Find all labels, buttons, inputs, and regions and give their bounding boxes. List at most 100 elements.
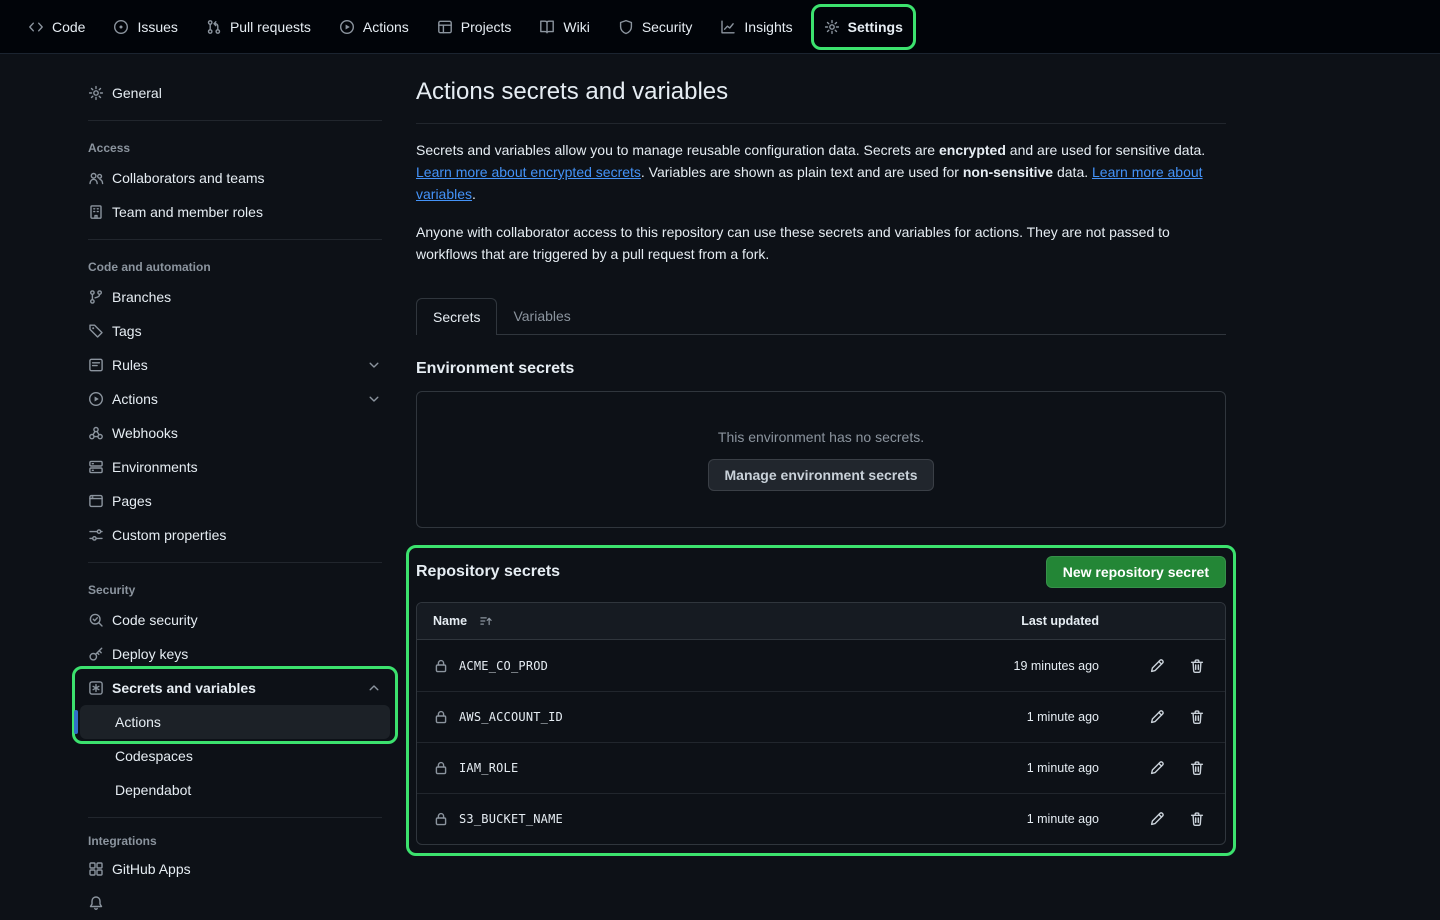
edit-secret-button[interactable] xyxy=(1149,760,1165,776)
sidebar-subitem-codespaces[interactable]: Codespaces xyxy=(80,739,390,773)
delete-secret-button[interactable] xyxy=(1189,709,1205,725)
delete-secret-button[interactable] xyxy=(1189,760,1205,776)
lock-icon xyxy=(433,709,449,725)
rules-icon xyxy=(88,357,104,373)
sidebar-item-deploy-keys[interactable]: Deploy keys xyxy=(80,637,390,671)
sidebar-item-general[interactable]: General xyxy=(80,76,390,110)
environment-secrets-heading: Environment secrets xyxy=(416,359,1226,379)
repo-tab-bar: Code Issues Pull requests Actions Projec… xyxy=(0,0,1440,54)
annotation-repository-secrets-highlight: Repository secrets New repository secret… xyxy=(406,545,1236,856)
tab-label: Settings xyxy=(848,19,903,35)
sidebar-item-custom-properties[interactable]: Custom properties xyxy=(80,518,390,552)
tab-label: Insights xyxy=(744,19,792,35)
sidebar-item-collaborators[interactable]: Collaborators and teams xyxy=(80,161,390,195)
sort-ascending-icon xyxy=(479,614,493,628)
trash-icon xyxy=(1189,811,1205,827)
gear-icon xyxy=(88,85,104,101)
tab-wiki[interactable]: Wiki xyxy=(525,0,603,54)
sidebar-item-pages[interactable]: Pages xyxy=(80,484,390,518)
tab-label: Actions xyxy=(363,19,409,35)
tab-secrets[interactable]: Secrets xyxy=(416,298,497,335)
tab-security[interactable]: Security xyxy=(604,0,707,54)
sidebar-divider xyxy=(88,239,382,240)
sidebar-item-tags[interactable]: Tags xyxy=(80,314,390,348)
secret-name: S3_BUCKET_NAME xyxy=(459,812,563,826)
chevron-up-icon xyxy=(366,680,382,696)
sidebar-item-rules[interactable]: Rules xyxy=(80,348,390,382)
chevron-down-icon xyxy=(366,391,382,407)
sidebar-item-label: Collaborators and teams xyxy=(112,170,265,186)
sidebar-item-actions[interactable]: Actions xyxy=(80,382,390,416)
delete-secret-button[interactable] xyxy=(1189,811,1205,827)
trash-icon xyxy=(1189,709,1205,725)
sidebar-item-label: Actions xyxy=(112,391,158,407)
tab-variables[interactable]: Variables xyxy=(497,298,586,334)
repository-secrets-table: Name Last updated ACME_CO_PROD 19 minute… xyxy=(416,602,1226,845)
tab-projects[interactable]: Projects xyxy=(423,0,526,54)
table-header-row: Name Last updated xyxy=(417,603,1225,640)
tab-pull-requests[interactable]: Pull requests xyxy=(192,0,325,54)
sidebar-divider xyxy=(88,562,382,563)
pencil-icon xyxy=(1149,658,1165,674)
edit-secret-button[interactable] xyxy=(1149,709,1165,725)
tab-label: Code xyxy=(52,19,85,35)
chevron-down-icon xyxy=(366,357,382,373)
intro-text: . xyxy=(472,186,476,202)
learn-more-encrypted-secrets-link[interactable]: Learn more about encrypted secrets xyxy=(416,164,641,180)
tab-settings[interactable]: Settings xyxy=(814,19,913,35)
codescan-icon xyxy=(88,612,104,628)
graph-icon xyxy=(720,19,736,35)
apps-grid-icon xyxy=(88,861,104,877)
column-header-name[interactable]: Name xyxy=(433,614,929,628)
git-pull-request-icon xyxy=(206,19,222,35)
sidebar-item-label: Branches xyxy=(112,289,171,305)
environment-secrets-empty-box: This environment has no secrets. Manage … xyxy=(416,391,1226,528)
secret-name: ACME_CO_PROD xyxy=(459,659,548,673)
edit-secret-button[interactable] xyxy=(1149,811,1165,827)
intro-text: . Variables are shown as plain text and … xyxy=(641,164,963,180)
sidebar-header-integrations: Integrations xyxy=(80,828,390,852)
table-row: AWS_ACCOUNT_ID 1 minute ago xyxy=(417,691,1225,742)
intro-text: and are used for sensitive data. xyxy=(1006,142,1205,158)
sidebar-item-code-security[interactable]: Code security xyxy=(80,603,390,637)
tab-label: Pull requests xyxy=(230,19,311,35)
sidebar-item-branches[interactable]: Branches xyxy=(80,280,390,314)
tab-label: Wiki xyxy=(563,19,589,35)
manage-environment-secrets-button[interactable]: Manage environment secrets xyxy=(708,459,935,491)
tab-actions[interactable]: Actions xyxy=(325,0,423,54)
edit-secret-button[interactable] xyxy=(1149,658,1165,674)
sidebar-item-label: Pages xyxy=(112,493,152,509)
sidebar-item-github-apps[interactable]: GitHub Apps xyxy=(80,852,390,886)
tab-insights[interactable]: Insights xyxy=(706,0,806,54)
tab-label: Projects xyxy=(461,19,512,35)
lock-icon xyxy=(433,760,449,776)
tab-code[interactable]: Code xyxy=(14,0,99,54)
delete-secret-button[interactable] xyxy=(1189,658,1205,674)
sidebar-item-team-roles[interactable]: Team and member roles xyxy=(80,195,390,229)
sidebar-subitem-actions[interactable]: Actions xyxy=(80,705,390,739)
sidebar-item-label: Codespaces xyxy=(115,748,193,764)
sidebar-item-label: Secrets and variables xyxy=(112,680,256,696)
new-repository-secret-button[interactable]: New repository secret xyxy=(1046,556,1226,588)
page-title: Actions secrets and variables xyxy=(416,76,1226,124)
organization-icon xyxy=(88,204,104,220)
sidebar-item-environments[interactable]: Environments xyxy=(80,450,390,484)
sidebar-item-partially-visible[interactable] xyxy=(80,886,390,920)
gear-icon xyxy=(824,19,840,35)
column-label: Name xyxy=(433,614,467,628)
table-row: IAM_ROLE 1 minute ago xyxy=(417,742,1225,793)
sidebar-divider xyxy=(88,120,382,121)
browser-icon xyxy=(88,493,104,509)
sidebar-item-label: Webhooks xyxy=(112,425,178,441)
tab-issues[interactable]: Issues xyxy=(99,0,191,54)
tab-label: Security xyxy=(642,19,693,35)
annotation-secrets-highlight: Secrets and variables Actions xyxy=(72,666,398,744)
sidebar-subitem-dependabot[interactable]: Dependabot xyxy=(80,773,390,807)
sidebar-item-label: Custom properties xyxy=(112,527,226,543)
secret-last-updated: 1 minute ago xyxy=(929,812,1099,826)
sidebar-item-secrets-and-variables[interactable]: Secrets and variables xyxy=(80,671,390,705)
git-branch-icon xyxy=(88,289,104,305)
sidebar-item-webhooks[interactable]: Webhooks xyxy=(80,416,390,450)
sidebar-item-label: Actions xyxy=(115,714,161,730)
pencil-icon xyxy=(1149,760,1165,776)
